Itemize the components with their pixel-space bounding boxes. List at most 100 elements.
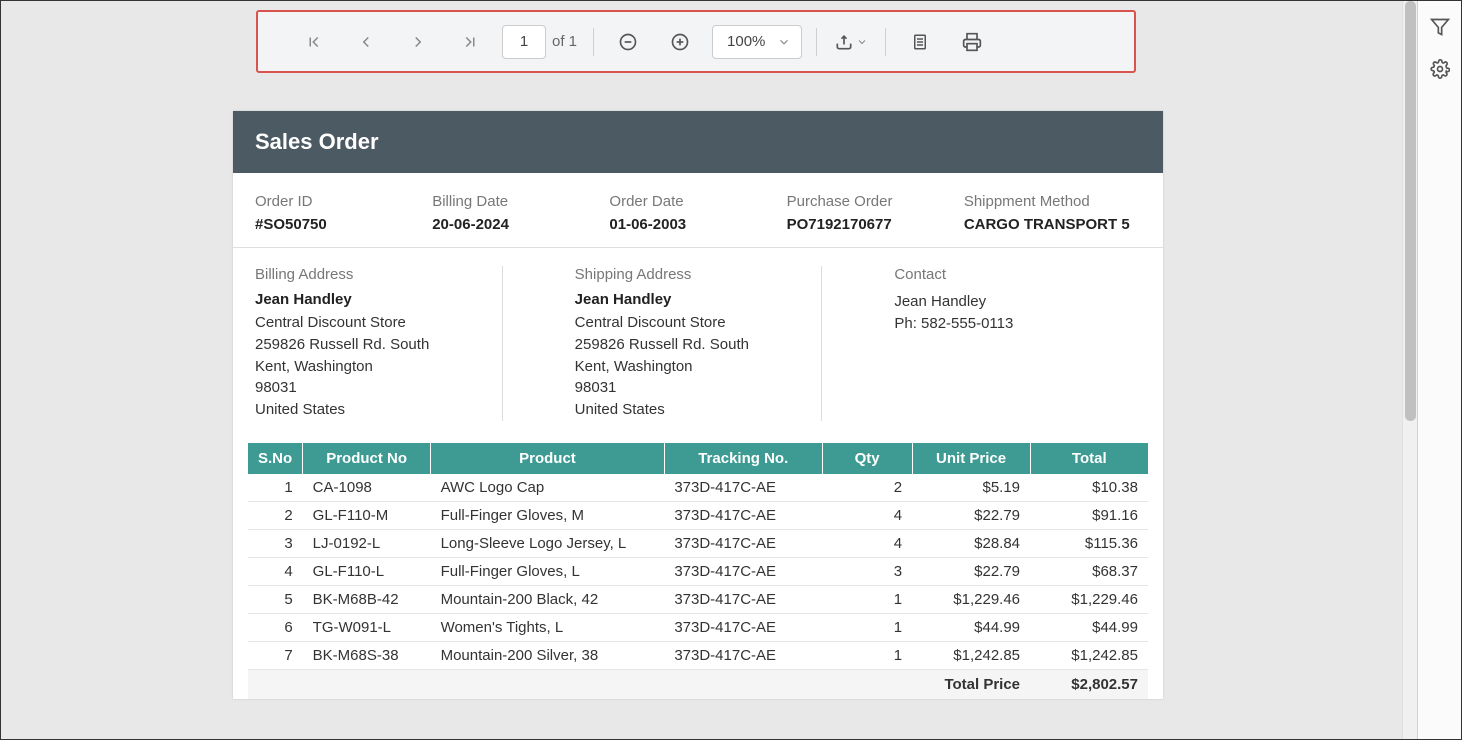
scrollbar-track[interactable] [1402, 1, 1417, 739]
cell-qty: 1 [822, 641, 912, 669]
billing-line: 259826 Russell Rd. South [255, 334, 482, 356]
table-row: 3LJ-0192-LLong-Sleeve Logo Jersey, L373D… [248, 529, 1148, 557]
filter-button[interactable] [1428, 15, 1452, 39]
cell-total: $1,229.46 [1030, 585, 1148, 613]
last-page-button[interactable] [450, 22, 490, 62]
separator [593, 28, 594, 56]
table-row: 5BK-M68B-42Mountain-200 Black, 42373D-41… [248, 585, 1148, 613]
scrollbar-thumb[interactable] [1405, 1, 1416, 421]
contact-phone: Ph: 582-555-0113 [894, 313, 1121, 335]
col-qty: Qty [822, 443, 912, 474]
page-layout-button[interactable] [900, 22, 940, 62]
table-row: 1CA-1098AWC Logo Cap373D-417C-AE2$5.19$1… [248, 474, 1148, 502]
total-price-value: $2,802.57 [1030, 669, 1148, 699]
table-row: 6TG-W091-LWomen's Tights, L373D-417C-AE1… [248, 613, 1148, 641]
contact-info: Contact Jean Handley Ph: 582-555-0113 [822, 266, 1141, 421]
items-table: S.No Product No Product Tracking No. Qty… [248, 443, 1148, 699]
first-page-button[interactable] [294, 22, 334, 62]
cell-tracking: 373D-417C-AE [664, 641, 822, 669]
cell-tracking: 373D-417C-AE [664, 529, 822, 557]
cell-qty: 1 [822, 585, 912, 613]
cell-product-no: BK-M68S-38 [303, 641, 431, 669]
print-button[interactable] [952, 22, 992, 62]
cell-product-no: TG-W091-L [303, 613, 431, 641]
order-id-value: #SO50750 [255, 216, 432, 233]
zoom-value: 100% [727, 33, 765, 50]
cell-price: $5.19 [912, 474, 1030, 502]
prev-page-button[interactable] [346, 22, 386, 62]
cell-sno: 2 [248, 501, 303, 529]
col-product: Product [431, 443, 665, 474]
export-button[interactable] [831, 22, 871, 62]
page-of-label: of 1 [552, 33, 577, 50]
zoom-dropdown[interactable]: 100% [712, 25, 802, 59]
billing-date-value: 20-06-2024 [432, 216, 609, 233]
shipping-line: 98031 [575, 377, 802, 399]
cell-sno: 5 [248, 585, 303, 613]
cell-tracking: 373D-417C-AE [664, 557, 822, 585]
cell-tracking: 373D-417C-AE [664, 474, 822, 502]
billing-line: 98031 [255, 377, 482, 399]
cell-sno: 4 [248, 557, 303, 585]
cell-total: $10.38 [1030, 474, 1148, 502]
cell-product: AWC Logo Cap [431, 474, 665, 502]
separator [816, 28, 817, 56]
table-row: 7BK-M68S-38Mountain-200 Silver, 38373D-4… [248, 641, 1148, 669]
zoom-in-button[interactable] [660, 22, 700, 62]
contact-title: Contact [894, 266, 1121, 283]
chevron-down-icon [856, 36, 868, 48]
right-sidebar [1417, 1, 1461, 739]
cell-product-no: BK-M68B-42 [303, 585, 431, 613]
zoom-out-button[interactable] [608, 22, 648, 62]
shipping-name: Jean Handley [575, 291, 802, 308]
cell-product-no: LJ-0192-L [303, 529, 431, 557]
cell-product: Full-Finger Gloves, M [431, 501, 665, 529]
cell-product: Long-Sleeve Logo Jersey, L [431, 529, 665, 557]
cell-qty: 4 [822, 529, 912, 557]
shipping-line: 259826 Russell Rd. South [575, 334, 802, 356]
table-row: 4GL-F110-LFull-Finger Gloves, L373D-417C… [248, 557, 1148, 585]
cell-tracking: 373D-417C-AE [664, 501, 822, 529]
separator [885, 28, 886, 56]
page-number-input[interactable] [502, 25, 546, 59]
cell-price: $44.99 [912, 613, 1030, 641]
cell-sno: 6 [248, 613, 303, 641]
next-page-button[interactable] [398, 22, 438, 62]
cell-product-no: GL-F110-L [303, 557, 431, 585]
billing-title: Billing Address [255, 266, 482, 283]
col-unit-price: Unit Price [912, 443, 1030, 474]
billing-address: Billing Address Jean Handley Central Dis… [255, 266, 503, 421]
cell-total: $44.99 [1030, 613, 1148, 641]
cell-total: $68.37 [1030, 557, 1148, 585]
cell-total: $1,242.85 [1030, 641, 1148, 669]
po-value: PO7192170677 [787, 216, 964, 233]
order-meta: Order ID #SO50750 Billing Date 20-06-202… [233, 173, 1163, 248]
cell-product-no: GL-F110-M [303, 501, 431, 529]
col-sno: S.No [248, 443, 303, 474]
cell-price: $1,242.85 [912, 641, 1030, 669]
chevron-down-icon [777, 35, 791, 49]
total-price-label: Total Price [248, 669, 1030, 699]
billing-name: Jean Handley [255, 291, 482, 308]
cell-tracking: 373D-417C-AE [664, 613, 822, 641]
table-row: 2GL-F110-MFull-Finger Gloves, M373D-417C… [248, 501, 1148, 529]
col-tracking: Tracking No. [664, 443, 822, 474]
cell-product: Mountain-200 Silver, 38 [431, 641, 665, 669]
address-row: Billing Address Jean Handley Central Dis… [233, 248, 1163, 435]
settings-button[interactable] [1428, 57, 1452, 81]
cell-qty: 1 [822, 613, 912, 641]
cell-price: $22.79 [912, 557, 1030, 585]
report-document: Sales Order Order ID #SO50750 Billing Da… [233, 111, 1163, 699]
order-date-value: 01-06-2003 [609, 216, 786, 233]
billing-date-label: Billing Date [432, 193, 609, 210]
cell-product-no: CA-1098 [303, 474, 431, 502]
contact-name: Jean Handley [894, 291, 1121, 313]
po-label: Purchase Order [787, 193, 964, 210]
cell-sno: 1 [248, 474, 303, 502]
billing-line: Central Discount Store [255, 312, 482, 334]
cell-product: Full-Finger Gloves, L [431, 557, 665, 585]
cell-total: $115.36 [1030, 529, 1148, 557]
shipping-line: Kent, Washington [575, 356, 802, 378]
billing-line: Kent, Washington [255, 356, 482, 378]
shipping-title: Shipping Address [575, 266, 802, 283]
